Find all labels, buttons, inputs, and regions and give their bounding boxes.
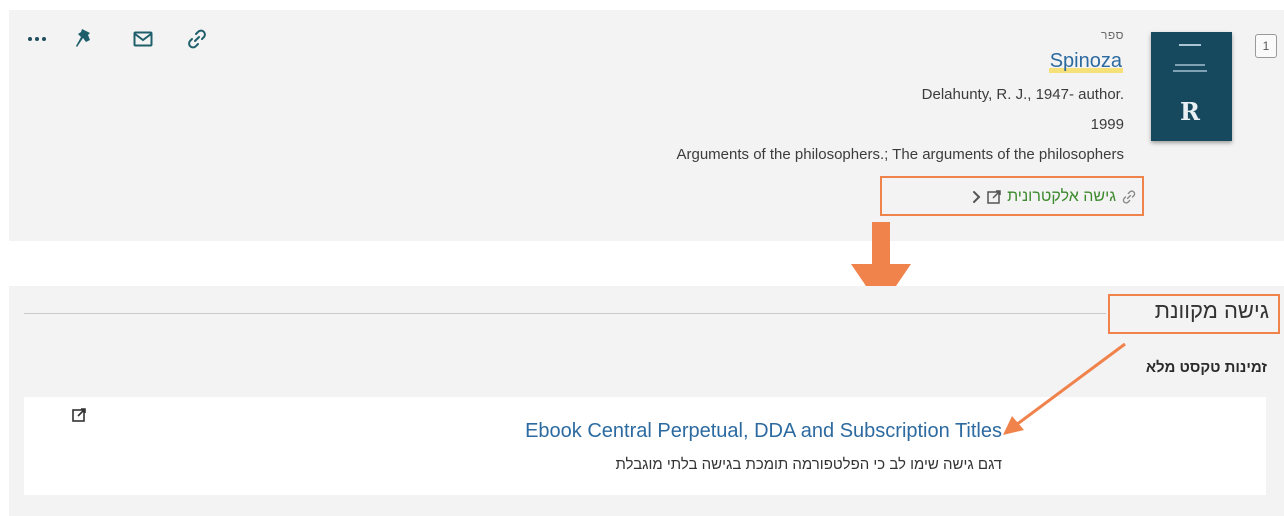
envelope-icon xyxy=(133,31,153,47)
ellipsis-icon xyxy=(28,37,46,41)
chevron-right-icon xyxy=(973,191,981,203)
permalink-button[interactable] xyxy=(182,24,212,54)
publisher-logo-icon: R xyxy=(1180,97,1200,126)
section-divider xyxy=(24,313,1106,314)
book-cover-thumbnail[interactable]: R xyxy=(1151,32,1232,141)
record-series: Arguments of the philosophers.; The argu… xyxy=(676,146,1125,163)
pointer-arrow-annotation xyxy=(1003,342,1126,435)
record-year: 1999 xyxy=(1090,116,1124,133)
resource-type: ספר xyxy=(1101,28,1124,42)
more-actions-button[interactable] xyxy=(22,24,52,54)
electronic-access-label: גישה אלקטרונית xyxy=(1007,188,1116,205)
email-button[interactable] xyxy=(128,24,158,54)
link-icon xyxy=(1122,190,1136,204)
record-title-link[interactable]: Spinoza xyxy=(1048,50,1123,73)
pin-button[interactable] xyxy=(70,24,100,54)
online-access-heading: גישה מקוונת xyxy=(1154,298,1269,323)
electronic-access-link[interactable]: גישה אלקטרונית xyxy=(971,186,1136,208)
pushpin-icon xyxy=(76,29,90,47)
external-link-icon[interactable] xyxy=(72,408,86,422)
full-text-availability-label: זמינות טקסט מלא xyxy=(1145,359,1267,376)
cover-title-mark xyxy=(1179,44,1201,46)
record-author: Delahunty, R. J., 1947- author. xyxy=(921,86,1124,103)
result-number: 1 xyxy=(1255,34,1277,58)
cover-subtitle-mark xyxy=(1173,70,1207,72)
cover-subtitle-mark xyxy=(1175,64,1205,66)
link-icon xyxy=(188,29,206,49)
service-public-note: דגם גישה שימו לב כי הפלטפורמה תומכת בגיש… xyxy=(615,456,1002,473)
service-title-link[interactable]: Ebook Central Perpetual, DDA and Subscri… xyxy=(525,420,1002,443)
external-link-icon xyxy=(987,190,1001,204)
